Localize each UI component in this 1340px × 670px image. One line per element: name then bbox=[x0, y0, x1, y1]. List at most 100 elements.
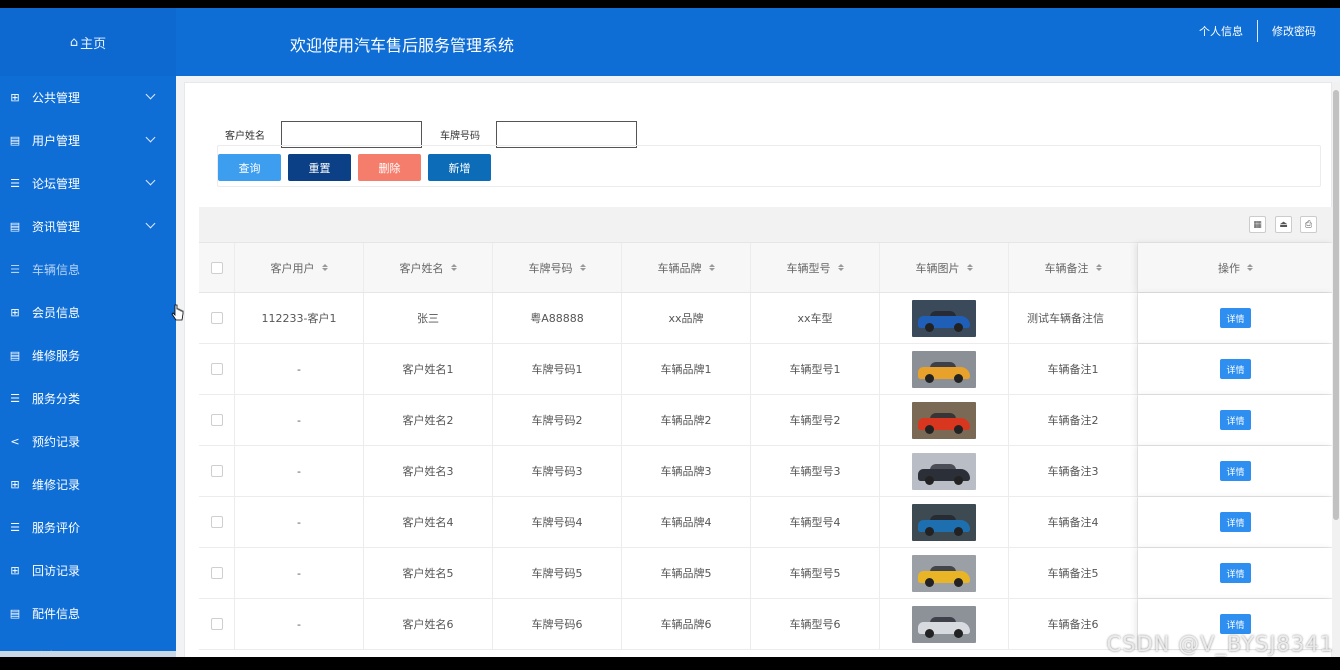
column-header[interactable]: 车牌号码 bbox=[493, 243, 622, 292]
column-header[interactable]: 客户姓名 bbox=[364, 243, 493, 292]
table-cell: 客户姓名1 bbox=[364, 344, 493, 394]
table-row: - 客户姓名2 车牌号码2 车辆品牌2 车辆型号2 车辆备注2 详情 bbox=[199, 395, 1333, 446]
chevron-down-icon bbox=[145, 132, 156, 143]
profile-link[interactable]: 个人信息 bbox=[1185, 23, 1257, 39]
row-checkbox[interactable] bbox=[210, 312, 223, 324]
sidebar-item[interactable]: ⊞ 公共管理 bbox=[0, 76, 176, 119]
table-cell: - bbox=[235, 395, 364, 445]
table-cell-image bbox=[880, 293, 1009, 343]
detail-button[interactable]: 详情 bbox=[1220, 461, 1251, 481]
add-button[interactable]: 新增 bbox=[428, 154, 491, 181]
sidebar-item[interactable]: ⊞ 回访记录 bbox=[0, 549, 176, 592]
plate-number-input[interactable] bbox=[496, 121, 637, 148]
main-vertical-scrollbar[interactable] bbox=[1332, 82, 1340, 657]
cell-name: 客户姓名2 bbox=[402, 414, 454, 427]
table-cell: - bbox=[235, 599, 364, 649]
vehicle-image[interactable] bbox=[912, 401, 976, 439]
sort-icon[interactable] bbox=[1095, 264, 1102, 271]
scrollbar-thumb[interactable] bbox=[1333, 90, 1339, 520]
vehicle-image[interactable] bbox=[912, 452, 976, 490]
sidebar-item[interactable]: ▤ 资讯管理 bbox=[0, 205, 176, 248]
cell-brand: 车辆品牌2 bbox=[660, 414, 712, 427]
sort-icon[interactable] bbox=[966, 264, 973, 271]
row-select-cell bbox=[199, 344, 235, 394]
detail-button[interactable]: 详情 bbox=[1220, 512, 1251, 532]
table-cell: 测试车辆备注信 bbox=[1009, 293, 1138, 343]
sort-icon[interactable] bbox=[708, 264, 715, 271]
cell-plate: 粤A88888 bbox=[530, 312, 584, 325]
chevron-down-icon bbox=[145, 218, 156, 229]
doc-icon: ▤ bbox=[9, 607, 21, 620]
table-cell: 车牌号码2 bbox=[493, 395, 622, 445]
detail-button[interactable]: 详情 bbox=[1220, 308, 1251, 328]
sort-icon[interactable] bbox=[1247, 264, 1253, 271]
detail-button[interactable]: 详情 bbox=[1220, 359, 1251, 379]
table-cell-image bbox=[880, 497, 1009, 547]
column-header[interactable]: 车辆品牌 bbox=[622, 243, 751, 292]
column-header[interactable]: 车辆备注 bbox=[1009, 243, 1138, 292]
sidebar-item[interactable]: ▤ 用户管理 bbox=[0, 119, 176, 162]
export-icon[interactable]: ⏏ bbox=[1275, 216, 1292, 233]
sidebar-menu: ⊞ 公共管理 ▤ 用户管理 ☰ 论坛管理 ▤ 资讯管理 ☰ 车辆信息 ⊞ 会员信息 ▤ 维修服务 ☰ 服务分类… bbox=[0, 76, 176, 657]
row-checkbox[interactable] bbox=[210, 414, 223, 426]
detail-button[interactable]: 详情 bbox=[1220, 410, 1251, 430]
sidebar-home[interactable]: ⌂ 主页 bbox=[0, 8, 176, 76]
table-row: - 客户姓名3 车牌号码3 车辆品牌3 车辆型号3 车辆备注3 详情 bbox=[199, 446, 1333, 497]
vehicle-image[interactable] bbox=[912, 554, 976, 592]
sidebar-item[interactable]: ☰ 服务评价 bbox=[0, 506, 176, 549]
reset-button[interactable]: 重置 bbox=[288, 154, 351, 181]
row-checkbox[interactable] bbox=[210, 363, 223, 375]
sort-icon[interactable] bbox=[579, 264, 586, 271]
row-checkbox[interactable] bbox=[210, 465, 223, 477]
sort-icon[interactable] bbox=[450, 264, 457, 271]
vehicle-image[interactable] bbox=[912, 350, 976, 388]
row-checkbox[interactable] bbox=[210, 618, 223, 630]
column-header[interactable]: 车辆图片 bbox=[880, 243, 1009, 292]
customer-name-input[interactable] bbox=[281, 121, 422, 148]
vehicle-image[interactable] bbox=[912, 299, 976, 337]
header-links: 个人信息 修改密码 bbox=[1185, 20, 1330, 42]
table-cell: - bbox=[235, 497, 364, 547]
sidebar-item-label: 回访记录 bbox=[32, 564, 81, 578]
column-header[interactable]: 车辆型号 bbox=[751, 243, 880, 292]
delete-button[interactable]: 删除 bbox=[358, 154, 421, 181]
sidebar-item[interactable]: ▤ 配件信息 bbox=[0, 592, 176, 635]
cell-name: 张三 bbox=[417, 312, 439, 325]
row-checkbox[interactable] bbox=[210, 516, 223, 528]
sidebar-item[interactable]: ☰ 服务分类 bbox=[0, 377, 176, 420]
column-header[interactable]: 操作 bbox=[1138, 243, 1333, 292]
list-icon: ☰ bbox=[10, 263, 20, 276]
sort-icon[interactable] bbox=[837, 264, 844, 271]
table-cell: 车牌号码6 bbox=[493, 599, 622, 649]
sort-icon[interactable] bbox=[321, 264, 328, 271]
query-button[interactable]: 查询 bbox=[218, 154, 281, 181]
sidebar-item[interactable]: ▤ 维修服务 bbox=[0, 334, 176, 377]
change-password-link[interactable]: 修改密码 bbox=[1258, 23, 1330, 39]
home-icon: ⌂ bbox=[69, 34, 79, 50]
print-icon[interactable]: ⎙ bbox=[1300, 216, 1317, 233]
vehicle-image[interactable] bbox=[912, 503, 976, 541]
detail-button[interactable]: 详情 bbox=[1220, 614, 1251, 634]
sidebar-item[interactable]: < 预约记录 bbox=[0, 420, 176, 463]
cell-plate: 车牌号码5 bbox=[531, 567, 583, 580]
table-row: - 客户姓名1 车牌号码1 车辆品牌1 车辆型号1 车辆备注1 详情 bbox=[199, 344, 1333, 395]
table-cell: 客户姓名4 bbox=[364, 497, 493, 547]
sidebar-item[interactable]: ⊞ 维修记录 bbox=[0, 463, 176, 506]
detail-button[interactable]: 详情 bbox=[1220, 563, 1251, 583]
row-checkbox[interactable] bbox=[210, 567, 223, 579]
grid-icon: ⊞ bbox=[10, 478, 20, 491]
page-title: 欢迎使用汽车售后服务管理系统 bbox=[290, 36, 515, 55]
sidebar-item[interactable]: ☰ 车辆信息 bbox=[0, 248, 176, 291]
select-all-checkbox[interactable] bbox=[210, 261, 223, 274]
list-icon: ☰ bbox=[10, 177, 20, 190]
vehicle-image[interactable] bbox=[912, 605, 976, 643]
cell-user: - bbox=[297, 515, 301, 529]
columns-filter-icon[interactable]: ▦ bbox=[1249, 216, 1266, 233]
cell-user: 112233-客户1 bbox=[261, 312, 337, 325]
sidebar-item[interactable]: ⊞ 会员信息 bbox=[0, 291, 176, 334]
cell-note: 车辆备注6 bbox=[1047, 618, 1099, 631]
cell-brand: 车辆品牌1 bbox=[660, 363, 712, 376]
column-header[interactable]: 客户用户 bbox=[235, 243, 364, 292]
sidebar-item[interactable]: ☰ 论坛管理 bbox=[0, 162, 176, 205]
select-all-cell bbox=[199, 243, 235, 292]
